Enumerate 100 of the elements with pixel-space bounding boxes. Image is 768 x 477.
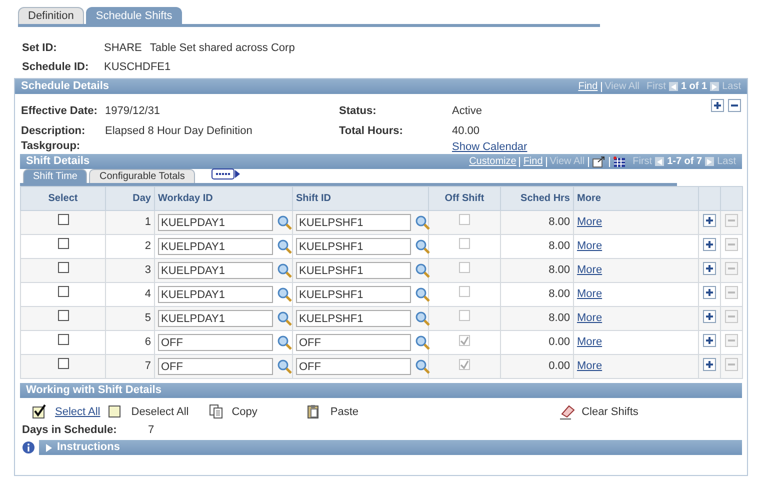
day-number: 6 (144, 336, 151, 348)
plus-icon (705, 336, 714, 346)
row-checkbox[interactable] (58, 310, 68, 322)
shift-id-field[interactable]: KUELPSHF1 (296, 238, 411, 255)
shift-id-field[interactable]: OFF (296, 334, 411, 351)
scheduled-hours: 0.00 (548, 360, 570, 372)
add-button[interactable] (711, 99, 724, 112)
search-icon[interactable] (277, 287, 292, 302)
more-link[interactable]: More (577, 288, 602, 300)
row-checkbox[interactable] (58, 286, 68, 298)
workday-id-field[interactable]: OFF (158, 358, 273, 375)
search-icon[interactable] (415, 287, 430, 302)
field-value: SHARE (104, 41, 142, 56)
more-link[interactable]: More (577, 336, 602, 348)
add-button[interactable] (703, 214, 716, 228)
shift-id-field[interactable]: OFF (296, 358, 411, 375)
field-value: Elapsed 8 Hour Day Definition (105, 124, 252, 139)
shift-id-field[interactable]: KUELPSHF1 (296, 262, 411, 279)
search-icon[interactable] (277, 311, 292, 326)
section-title: Schedule Details (21, 79, 110, 94)
workday-id-field[interactable]: KUELPDAY1 (158, 310, 273, 327)
scheduled-hours: 0.00 (548, 336, 570, 348)
search-icon[interactable] (415, 263, 430, 278)
delete-button[interactable] (728, 99, 741, 112)
search-icon[interactable] (277, 335, 292, 350)
field-description: Table Set shared across Corp (150, 41, 295, 56)
show-all-columns-icon[interactable] (210, 168, 241, 180)
row-checkbox[interactable] (58, 262, 68, 274)
add-button[interactable] (703, 262, 716, 276)
day-number: 5 (144, 312, 151, 324)
add-button[interactable] (703, 286, 716, 300)
more-link[interactable]: More (577, 240, 602, 252)
info-icon[interactable] (22, 441, 35, 454)
search-icon[interactable] (277, 215, 292, 230)
row-checkbox[interactable] (58, 334, 68, 346)
search-icon[interactable] (415, 359, 430, 374)
grid-icon[interactable] (612, 156, 626, 168)
workday-id-field[interactable]: KUELPDAY1 (158, 262, 273, 279)
eraser-icon[interactable] (558, 404, 575, 420)
clear-action[interactable]: Clear Shifts (582, 404, 638, 420)
search-icon[interactable] (415, 239, 430, 254)
more-link[interactable]: More (577, 216, 602, 228)
copy-action[interactable]: Copy (232, 404, 258, 420)
select-all-link[interactable]: Select All (55, 404, 100, 420)
page-range: 1-7 of 7 (667, 155, 702, 169)
row-checkbox[interactable] (58, 214, 68, 226)
field-value: Active (452, 104, 482, 119)
row-checkbox[interactable] (58, 358, 68, 370)
add-button[interactable] (703, 358, 716, 372)
grid-tab[interactable]: Configurable Totals (89, 169, 195, 183)
workday-id-field[interactable]: KUELPDAY1 (158, 238, 273, 255)
plus-icon (705, 240, 714, 250)
search-icon[interactable] (277, 239, 292, 254)
search-icon[interactable] (415, 215, 430, 230)
scheduled-hours: 8.00 (548, 288, 570, 300)
shift-id-field[interactable]: KUELPSHF1 (296, 214, 411, 231)
section-title: Working with Shift Details (26, 383, 162, 398)
more-link[interactable]: More (577, 312, 602, 324)
expand-icon (45, 444, 53, 452)
search-icon[interactable] (277, 263, 292, 278)
more-link[interactable]: More (577, 360, 602, 372)
scheduled-hours: 8.00 (548, 264, 570, 276)
column-header: Shift ID (296, 193, 331, 204)
day-number: 4 (144, 288, 151, 300)
workday-id-field[interactable]: KUELPDAY1 (158, 214, 273, 231)
field-value: KUSCHDFE1 (104, 60, 171, 74)
field-value: 7 (148, 422, 154, 438)
plus-icon (705, 360, 714, 370)
search-icon[interactable] (415, 335, 430, 350)
more-link[interactable]: More (577, 264, 602, 276)
checked-box-icon[interactable] (32, 404, 48, 420)
field-label: Total Hours: (339, 124, 403, 139)
paste-action[interactable]: Paste (330, 404, 359, 420)
field-label: Set ID: (22, 41, 58, 56)
add-button[interactable] (703, 238, 716, 252)
search-icon[interactable] (415, 311, 430, 326)
field-value: 40.00 (452, 124, 480, 139)
show-calendar-link[interactable]: Show Calendar (452, 139, 528, 156)
add-button[interactable] (703, 334, 716, 348)
column-header: Workday ID (158, 193, 213, 204)
copy-icon[interactable] (208, 404, 225, 420)
search-icon[interactable] (277, 359, 292, 374)
add-button[interactable] (703, 310, 716, 324)
zoom-icon[interactable] (592, 156, 606, 168)
row-checkbox[interactable] (58, 238, 68, 250)
field-label: Schedule ID: (22, 60, 90, 74)
shift-id-field[interactable]: KUELPSHF1 (296, 310, 411, 327)
day-number: 2 (144, 240, 151, 252)
workday-id-field[interactable]: OFF (158, 334, 273, 351)
scheduled-hours: 8.00 (548, 312, 570, 324)
deselect-action[interactable]: Deselect All (131, 404, 189, 420)
field-label: Taskgroup: (21, 138, 80, 154)
column-header: Day (132, 193, 151, 204)
shift-id-field[interactable]: KUELPSHF1 (296, 286, 411, 303)
column-header: Select (48, 193, 78, 204)
workday-id-field[interactable]: KUELPDAY1 (158, 286, 273, 303)
page-tab[interactable]: Definition (18, 7, 84, 24)
day-number: 3 (144, 264, 151, 276)
scheduled-hours: 8.00 (548, 240, 570, 252)
field-value: 1979/12/31 (105, 104, 160, 119)
